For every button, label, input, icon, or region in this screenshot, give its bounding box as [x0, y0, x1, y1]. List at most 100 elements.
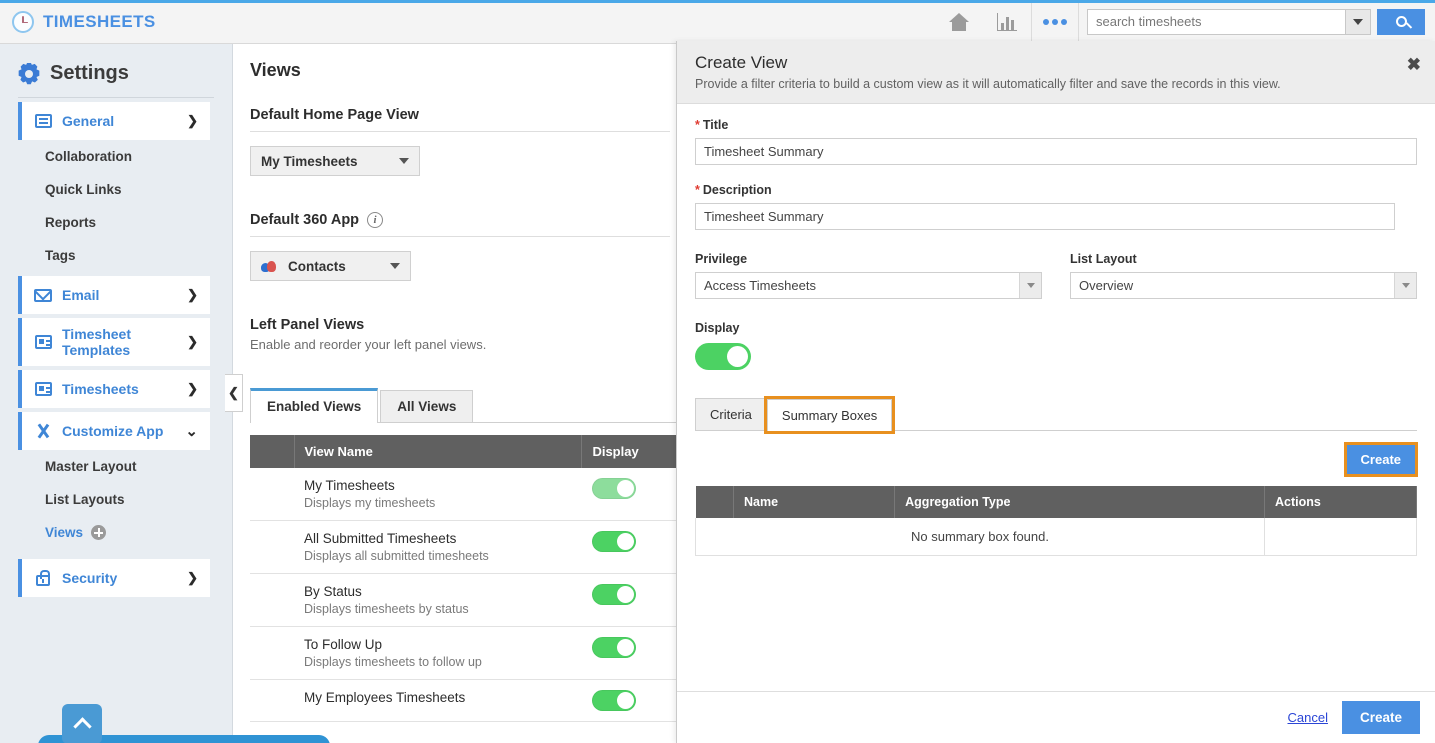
panel-body: *Title *Description Privilege Access Tim… — [677, 104, 1435, 556]
row-handle[interactable] — [250, 520, 294, 574]
left-panel-views-hint: Enable and reorder your left panel views… — [250, 337, 487, 352]
dropdown-value: My Timesheets — [261, 153, 358, 169]
sidebar-item-timesheet-templates[interactable]: Timesheet Templates ❯ — [18, 318, 210, 366]
create-summary-box-button[interactable]: Create — [1343, 442, 1419, 477]
required-marker: * — [695, 118, 700, 132]
caret-down-icon — [399, 158, 409, 164]
chevron-down-icon — [1353, 18, 1363, 25]
search-area — [1087, 8, 1425, 35]
tab-all-views[interactable]: All Views — [380, 390, 474, 422]
tab-criteria[interactable]: Criteria — [695, 398, 767, 430]
chevron-right-icon: ❯ — [187, 570, 198, 585]
column-header-handle — [695, 486, 734, 518]
row-handle[interactable] — [250, 626, 294, 680]
display-toggle[interactable] — [591, 531, 636, 552]
page-title: Views — [250, 60, 301, 80]
sidebar-collapse-handle[interactable]: ❮ — [225, 374, 243, 412]
bar-chart-icon — [997, 12, 1017, 31]
row-handle[interactable] — [250, 573, 294, 627]
display-toggle[interactable] — [591, 478, 636, 499]
sidebar-item-general[interactable]: General ❯ — [18, 102, 210, 140]
table-header-row: View Name Display — [250, 435, 677, 468]
table-header-row: Name Aggregation Type Actions — [695, 486, 1417, 518]
sidebar-item-email[interactable]: Email ❯ — [18, 276, 210, 314]
create-view-panel: Create View Provide a filter criteria to… — [676, 41, 1435, 743]
settings-header: Settings — [0, 44, 232, 95]
row-view-name-cell: To Follow Up Displays timesheets to foll… — [294, 626, 582, 680]
main-content: Views Default Home Page View My Timeshee… — [234, 44, 677, 743]
sidebar-item-label: Security — [62, 569, 118, 586]
row-handle[interactable] — [250, 468, 294, 521]
create-button[interactable]: Create — [1341, 701, 1420, 734]
sidebar-item-master-layout[interactable]: Master Layout — [0, 450, 232, 483]
sidebar-item-timesheets[interactable]: Timesheets ❯ — [18, 370, 210, 408]
view-name: By Status — [304, 584, 362, 599]
title-input[interactable] — [695, 138, 1417, 165]
row-handle[interactable] — [250, 679, 294, 722]
table-row: My Employees Timesheets — [250, 679, 677, 722]
home-button[interactable] — [935, 0, 983, 44]
sidebar-item-collaboration[interactable]: Collaboration — [0, 140, 232, 173]
sidebar-item-quick-links[interactable]: Quick Links — [0, 173, 232, 206]
sidebar-item-tags[interactable]: Tags — [0, 239, 232, 272]
list-layout-select[interactable]: Overview — [1070, 272, 1417, 299]
default-home-page-view-dropdown[interactable]: My Timesheets — [250, 146, 420, 176]
view-name: My Employees Timesheets — [304, 690, 466, 705]
magnifier-icon — [1395, 16, 1407, 27]
sidebar-item-security[interactable]: Security ❯ — [18, 559, 210, 597]
display-toggle[interactable] — [695, 343, 751, 370]
close-icon[interactable]: ✖ — [1407, 55, 1421, 75]
search-scope-dropdown[interactable] — [1345, 8, 1371, 35]
clock-icon — [12, 10, 34, 33]
caret-down-icon — [1019, 273, 1041, 298]
panel-header: Create View Provide a filter criteria to… — [677, 41, 1435, 104]
brand-title: TIMESHEETS — [43, 11, 156, 31]
privilege-select[interactable]: Access Timesheets — [695, 272, 1042, 299]
description-input[interactable] — [695, 203, 1395, 230]
empty-actions-cell — [1264, 518, 1417, 556]
sidebar-item-reports[interactable]: Reports — [0, 206, 232, 239]
view-name: To Follow Up — [304, 637, 383, 652]
tab-summary-boxes[interactable]: Summary Boxes — [763, 396, 896, 434]
app-root: TIMESHEETS search timesheets Settings Ge… — [0, 0, 1435, 743]
search-input[interactable] — [1087, 8, 1345, 35]
chevron-right-icon: ❯ — [187, 334, 198, 349]
sidebar-item-views[interactable]: Views — [0, 516, 232, 549]
default-360-app-dropdown[interactable]: Contacts — [250, 251, 411, 281]
search-button[interactable] — [1377, 8, 1425, 35]
row-view-name-cell: My Timesheets Displays my timesheets — [294, 468, 582, 521]
sidebar-item-label: Customize App — [62, 422, 164, 439]
panel-title: Create View — [695, 53, 788, 72]
row-display-cell — [581, 520, 677, 574]
chevron-up-icon — [72, 717, 92, 736]
sidebar-divider — [18, 97, 214, 98]
timesheet-icon — [34, 335, 52, 349]
sidebar-item-label: General — [62, 112, 115, 129]
display-toggle[interactable] — [591, 690, 636, 711]
required-marker: * — [695, 183, 700, 197]
list-layout-field: List Layout Overview — [1070, 252, 1417, 299]
label-text: Description — [702, 183, 772, 197]
plus-circle-icon[interactable] — [91, 525, 107, 540]
label-text: Title — [702, 118, 729, 132]
gear-icon — [18, 62, 40, 85]
sidebar-item-customize-app[interactable]: Customize App ⌄ — [18, 412, 210, 450]
row-view-name-cell: By Status Displays timesheets by status — [294, 573, 582, 627]
privilege-label: Privilege — [695, 252, 748, 266]
app-brand: TIMESHEETS — [0, 10, 156, 33]
tab-enabled-views[interactable]: Enabled Views — [250, 388, 379, 423]
more-menu-button[interactable] — [1031, 0, 1079, 44]
info-icon[interactable]: i — [367, 212, 384, 228]
cancel-link[interactable]: Cancel — [1288, 710, 1328, 725]
reports-button[interactable] — [983, 0, 1031, 44]
sidebar-item-list-layouts[interactable]: List Layouts — [0, 483, 232, 516]
scroll-to-top-button[interactable] — [62, 704, 102, 743]
panel-tabs: Criteria Summary Boxes — [695, 396, 1417, 434]
caret-down-icon — [390, 263, 400, 269]
views-table: View Name Display My Timesheets Displays… — [250, 435, 677, 722]
display-toggle[interactable] — [591, 584, 636, 605]
monitor-icon — [34, 114, 52, 128]
panel-footer: Cancel Create — [677, 691, 1435, 743]
view-description: Displays all submitted timesheets — [304, 549, 489, 563]
display-toggle[interactable] — [591, 637, 636, 658]
